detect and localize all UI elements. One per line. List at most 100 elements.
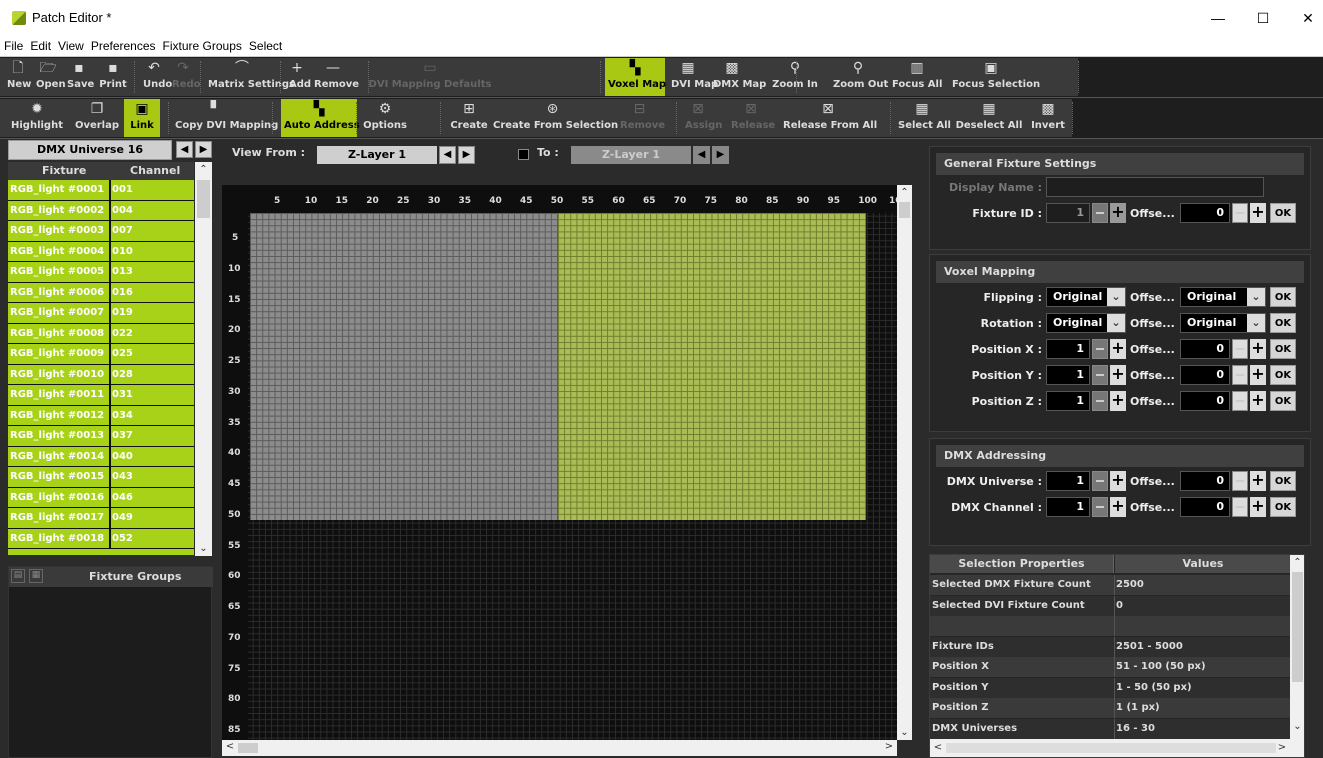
flipping-offset-select[interactable]: Original ⌄ [1180,287,1266,307]
fixture-list-row[interactable]: RGB_light #0011 031 [8,385,194,406]
fixture-id-input[interactable]: 1 [1046,203,1090,223]
toolbar-highlight-button[interactable]: ✹ Highlight [4,99,70,137]
dmx-universe-offset-decrement-button[interactable] [1232,471,1248,491]
position-x-offset-increment-button[interactable]: + [1250,339,1266,359]
fixture-list-row[interactable]: RGB_light #0004 010 [8,241,194,262]
toolbar-invert-button[interactable]: ▩ Invert [1025,99,1071,137]
view-to-select[interactable]: Z-Layer 1 [571,146,691,164]
chevron-down-icon[interactable]: ⌄ [1247,288,1265,306]
fixture-list-row[interactable]: RGB_light #0002 004 [8,200,194,221]
position-y-input[interactable]: 1 [1046,365,1090,385]
properties-row[interactable]: Fixture IDs 2501 - 5000 [930,636,1290,657]
position-z-ok-button[interactable]: OK [1270,391,1296,411]
fixture-id-ok-button[interactable]: OK [1270,203,1296,223]
fixture-list-row[interactable]: RGB_light #0013 037 [8,426,194,447]
toolbar-remove-button[interactable]: ⊟ Remove [617,99,665,137]
position-z-input[interactable]: 1 [1046,391,1090,411]
menu-view[interactable]: View [54,37,87,53]
dmx-channel-ok-button[interactable]: OK [1270,497,1296,517]
position-x-offset-decrement-button[interactable] [1232,339,1248,359]
toolbar-assign-button[interactable]: ⊠ Assign [682,99,722,137]
fixture-list-row[interactable]: RGB_light #0005 013 [8,262,194,283]
dmx-channel-decrement-button[interactable] [1092,497,1108,517]
dmx-universe-decrement-button[interactable] [1092,471,1108,491]
toolbar-print-button[interactable]: ▪ Print [94,58,132,96]
flipping-ok-button[interactable]: OK [1270,287,1296,307]
view-from-prev-button[interactable]: ◀ [439,146,456,164]
toolbar-undo-button[interactable]: ↶ Undo [140,58,172,96]
toolbar-dvi-map-button[interactable]: ▦ DVI Map [668,58,718,96]
toolbar-create-from-selection-button[interactable]: ⊛ Create From Selection [490,99,618,137]
properties-row[interactable] [930,616,1290,636]
position-z-decrement-button[interactable] [1092,391,1108,411]
toolbar-open-button[interactable]: 🗁 Open [33,58,66,96]
properties-horizontal-scrollbar[interactable]: < > [930,739,1290,757]
view-to-prev-button[interactable]: ◀ [693,146,710,164]
position-y-offset-decrement-button[interactable] [1232,365,1248,385]
fixture-list-row[interactable]: RGB_light #0001 001 [8,180,194,201]
toolbar-save-button[interactable]: ▪ Save [64,58,94,96]
chevron-down-icon[interactable]: ⌄ [1107,288,1125,306]
dmx-channel-offset-increment-button[interactable]: + [1250,497,1266,517]
dmx-universe-offset-input[interactable]: 0 [1180,471,1230,491]
dmx-universe-input[interactable]: 1 [1046,471,1090,491]
column-channel[interactable]: Channel [130,162,180,180]
maximize-button[interactable]: ☐ [1243,4,1283,32]
toolbar-remove-button[interactable]: — Remove [311,58,359,96]
chevron-down-icon[interactable]: ⌄ [1107,314,1125,332]
prev-universe-button[interactable]: ◀ [176,141,193,158]
dmx-universe-ok-button[interactable]: OK [1270,471,1296,491]
dmx-channel-offset-input[interactable]: 0 [1180,497,1230,517]
menu-fixture-groups[interactable]: Fixture Groups [159,37,245,53]
position-x-decrement-button[interactable] [1092,339,1108,359]
view-from-select[interactable]: Z-Layer 1 [317,146,437,164]
toolbar-focus-all-button[interactable]: ▥ Focus All [889,58,945,96]
toolbar-matrix-settings-button[interactable]: ⌒ Matrix Settings [205,58,295,96]
rotation-offset-select[interactable]: Original ⌄ [1180,313,1266,333]
chevron-down-icon[interactable]: ⌄ [1247,314,1265,332]
fixture-list-row[interactable]: RGB_light #0012 034 [8,405,194,426]
toolbar-focus-selection-button[interactable]: ▣ Focus Selection [949,58,1040,96]
properties-row[interactable]: Position Z 1 (1 px) [930,698,1290,718]
universe-selector[interactable]: DMX Universe 16 [8,140,172,160]
fixture-list-row[interactable]: RGB_light #0003 007 [8,221,194,242]
menu-preferences[interactable]: Preferences [87,37,159,53]
menu-file[interactable]: File [0,37,26,53]
view-to-checkbox[interactable] [518,149,529,160]
view-to-next-button[interactable]: ▶ [712,146,729,164]
position-x-offset-input[interactable]: 0 [1180,339,1230,359]
toolbar-options-button[interactable]: ⚙ Options [359,99,411,137]
toolbar-auto-address-button[interactable]: ▚ Auto Address [281,99,360,137]
position-z-increment-button[interactable]: + [1110,391,1126,411]
dmx-channel-input[interactable]: 1 [1046,497,1090,517]
fixture-list-row[interactable]: RGB_light #0017 049 [8,508,194,529]
properties-row[interactable]: Position Y 1 - 50 (50 px) [930,677,1290,698]
next-universe-button[interactable]: ▶ [195,141,212,158]
voxel-map-grid[interactable]: 5 10 15 20 25 30 35 40 45 50 55 60 65 70 75 80 85 90 95 100… [222,185,897,740]
properties-row[interactable]: DMX Universes 16 - 30 [930,718,1290,739]
minimize-button[interactable]: — [1198,4,1238,32]
properties-row[interactable]: Selected DVI Fixture Count 0 [930,595,1290,616]
selected-voxels-grey[interactable] [250,213,558,520]
fixture-list-row[interactable]: RGB_light #0014 040 [8,446,194,467]
position-z-offset-increment-button[interactable]: + [1250,391,1266,411]
column-fixture[interactable]: Fixture [42,162,86,180]
display-name-input[interactable] [1046,177,1264,197]
fixture-list-row[interactable]: RGB_light #0010 028 [8,364,194,385]
properties-scrollbar[interactable]: ⌃ ⌄ [1290,555,1304,757]
fixture-list-row[interactable]: RGB_light #0008 022 [8,323,194,344]
position-y-offset-increment-button[interactable]: + [1250,365,1266,385]
position-y-decrement-button[interactable] [1092,365,1108,385]
fixture-list-row[interactable]: RGB_light #0015 043 [8,467,194,488]
toolbar-create-button[interactable]: ⊞ Create [445,99,493,137]
menu-select[interactable]: Select [245,37,285,53]
position-x-increment-button[interactable]: + [1110,339,1126,359]
close-button[interactable]: ✕ [1288,4,1323,32]
dmx-universe-offset-increment-button[interactable]: + [1250,471,1266,491]
fixture-id-offset-input[interactable]: 0 [1180,203,1230,223]
groups-list-view-icon[interactable]: ▤ [11,569,25,583]
grid-horizontal-scrollbar[interactable]: < > [222,740,897,756]
toolbar-dmx-map-button[interactable]: ▩ DMX Map [710,58,766,96]
rotation-ok-button[interactable]: OK [1270,313,1296,333]
selected-voxels-green[interactable] [558,213,866,520]
